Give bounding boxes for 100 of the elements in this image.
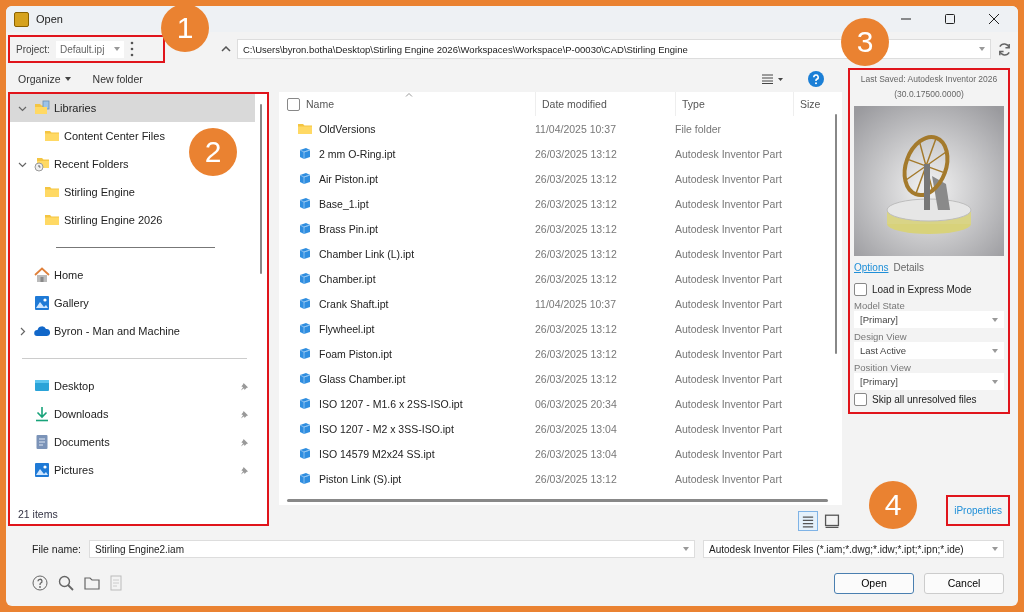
close-icon[interactable] (988, 13, 1000, 25)
column-header[interactable]: Size (794, 92, 830, 116)
table-cell-text: 26/03/2025 13:12 (534, 322, 618, 335)
folder-icon (44, 128, 60, 144)
sidebar-item[interactable]: Stirling Engine (10, 178, 145, 206)
help-icon[interactable] (32, 575, 48, 591)
caret-icon (64, 77, 71, 81)
part-icon (297, 420, 313, 437)
table-cell-text: Autodesk Inventor Part (674, 447, 783, 460)
folder-outline-icon[interactable] (84, 576, 100, 590)
file-name[interactable]: Chamber.ipt (319, 272, 376, 285)
library-icon (34, 100, 50, 116)
part-icon (297, 220, 313, 237)
table-cell-text: Autodesk Inventor Part (674, 347, 783, 360)
file-name[interactable]: Chamber Link (L).ipt (319, 247, 415, 260)
caret-icon[interactable] (992, 379, 998, 384)
part-icon (297, 270, 313, 287)
dropdown-label: Design View (854, 331, 908, 342)
pin-icon[interactable] (240, 437, 249, 447)
sidebar-item[interactable]: Documents (10, 428, 255, 456)
file-name[interactable]: Glass Chamber.ipt (319, 372, 406, 385)
file-name[interactable]: Flywheel.ipt (319, 322, 375, 335)
file-name[interactable]: ISO 1207 - M2 x 3SS-ISO.ipt (319, 422, 454, 435)
dropdown[interactable]: Last Active (854, 342, 1004, 359)
checkbox-label: Load in Express Mode (872, 284, 972, 295)
file-name[interactable]: Piston Link (S).ipt (319, 472, 402, 485)
refresh-icon[interactable] (997, 41, 1012, 57)
desktop-icon (34, 378, 50, 394)
file-name[interactable]: OldVersions (319, 122, 376, 135)
checkbox[interactable] (854, 283, 867, 296)
pictures-icon (34, 462, 50, 478)
pin-icon[interactable] (240, 381, 249, 391)
sidebar-item[interactable]: Desktop (10, 372, 255, 400)
tab[interactable]: Details (893, 262, 925, 273)
pin-icon[interactable] (240, 409, 249, 419)
sidebar-item[interactable]: Gallery (10, 289, 99, 317)
window-title: Open (36, 13, 63, 25)
table-cell-text: Autodesk Inventor Part (674, 247, 783, 260)
pin-icon[interactable] (240, 465, 249, 475)
caret-icon[interactable] (992, 547, 998, 551)
table-cell-text: Autodesk Inventor Part (674, 222, 783, 235)
caret-icon[interactable] (114, 47, 121, 51)
maximize-icon[interactable] (944, 13, 956, 25)
sidebar-item[interactable]: Pictures (10, 456, 255, 484)
file-name[interactable]: Crank Shaft.ipt (319, 297, 389, 310)
sidebar-item[interactable]: Downloads (10, 400, 255, 428)
folder-icon (44, 212, 60, 228)
help-icon[interactable] (808, 71, 824, 87)
view-options-icon[interactable] (762, 74, 784, 84)
organize-menu[interactable]: Organize (14, 71, 75, 87)
more-icon[interactable] (130, 41, 135, 57)
dropdown[interactable]: [Primary] (854, 373, 1004, 390)
column-header[interactable]: Type (676, 92, 794, 116)
cloud-icon (34, 323, 50, 339)
table-cell-text: 26/03/2025 13:04 (534, 447, 618, 460)
file-name[interactable]: Brass Pin.ipt (319, 222, 378, 235)
file-name[interactable]: Foam Piston.ipt (319, 347, 392, 360)
project-dropdown[interactable]: Default.ipj (55, 40, 125, 58)
recent-folder-icon (34, 156, 50, 172)
table-cell-text: 26/03/2025 13:12 (534, 272, 618, 285)
sidebar-item[interactable]: Home (10, 261, 94, 289)
search-icon[interactable] (58, 575, 74, 591)
file-name[interactable]: Air Piston.ipt (319, 172, 378, 185)
column-header[interactable]: Date modified (536, 92, 676, 116)
checkbox[interactable] (854, 393, 867, 406)
file-name[interactable]: Base_1.ipt (319, 197, 369, 210)
table-cell-text: 26/03/2025 13:12 (534, 347, 618, 360)
sidebar-item[interactable]: Stirling Engine 2026 (10, 206, 173, 234)
dialog-button[interactable]: Cancel (924, 572, 1004, 594)
caret-icon[interactable] (992, 317, 998, 322)
column-header[interactable]: Name (300, 92, 536, 116)
table-cell-text: 26/03/2025 13:12 (534, 222, 618, 235)
file-type-dropdown[interactable]: Autodesk Inventor Files (*.iam;*.dwg;*.idw;*.ipt;*.ipn;*.ide) (703, 540, 1004, 558)
part-icon (297, 470, 313, 487)
sidebar-item[interactable]: Libraries (10, 94, 255, 122)
file-name[interactable]: 2 mm O-Ring.ipt (319, 147, 396, 160)
folder-icon (44, 184, 60, 200)
file-name[interactable]: ISO 1207 - M1.6 x 2SS-ISO.ipt (319, 397, 463, 410)
caret-icon[interactable] (979, 47, 985, 51)
scrollbar[interactable] (287, 499, 828, 502)
gallery-icon (34, 295, 50, 311)
part-icon (297, 295, 313, 312)
table-cell-text: Autodesk Inventor Part (674, 322, 783, 335)
table-cell-text: 26/03/2025 13:12 (534, 147, 618, 160)
dialog-button[interactable]: Open (834, 572, 914, 594)
dropdown[interactable]: [Primary] (854, 311, 1004, 328)
table-cell-text: 26/03/2025 13:12 (534, 372, 618, 385)
sidebar-item[interactable]: Content Center Files (10, 122, 175, 150)
caret-icon[interactable] (683, 547, 690, 551)
sidebar-item[interactable]: Byron - Man and Machine (10, 317, 190, 345)
up-icon[interactable] (221, 46, 231, 52)
new-folder-button[interactable]: New folder (88, 71, 147, 87)
table-cell-text: 26/03/2025 13:12 (534, 472, 618, 485)
caret-icon[interactable] (992, 348, 998, 353)
sidebar-item[interactable]: Recent Folders (10, 150, 139, 178)
item-count: 21 items (17, 507, 59, 522)
file-name[interactable]: ISO 14579 M2x24 SS.ipt (319, 447, 435, 460)
file-name-field[interactable]: Stirling Engine2.iam (89, 540, 696, 558)
select-all-checkbox[interactable] (287, 97, 300, 111)
details-view-icon[interactable] (798, 511, 818, 531)
